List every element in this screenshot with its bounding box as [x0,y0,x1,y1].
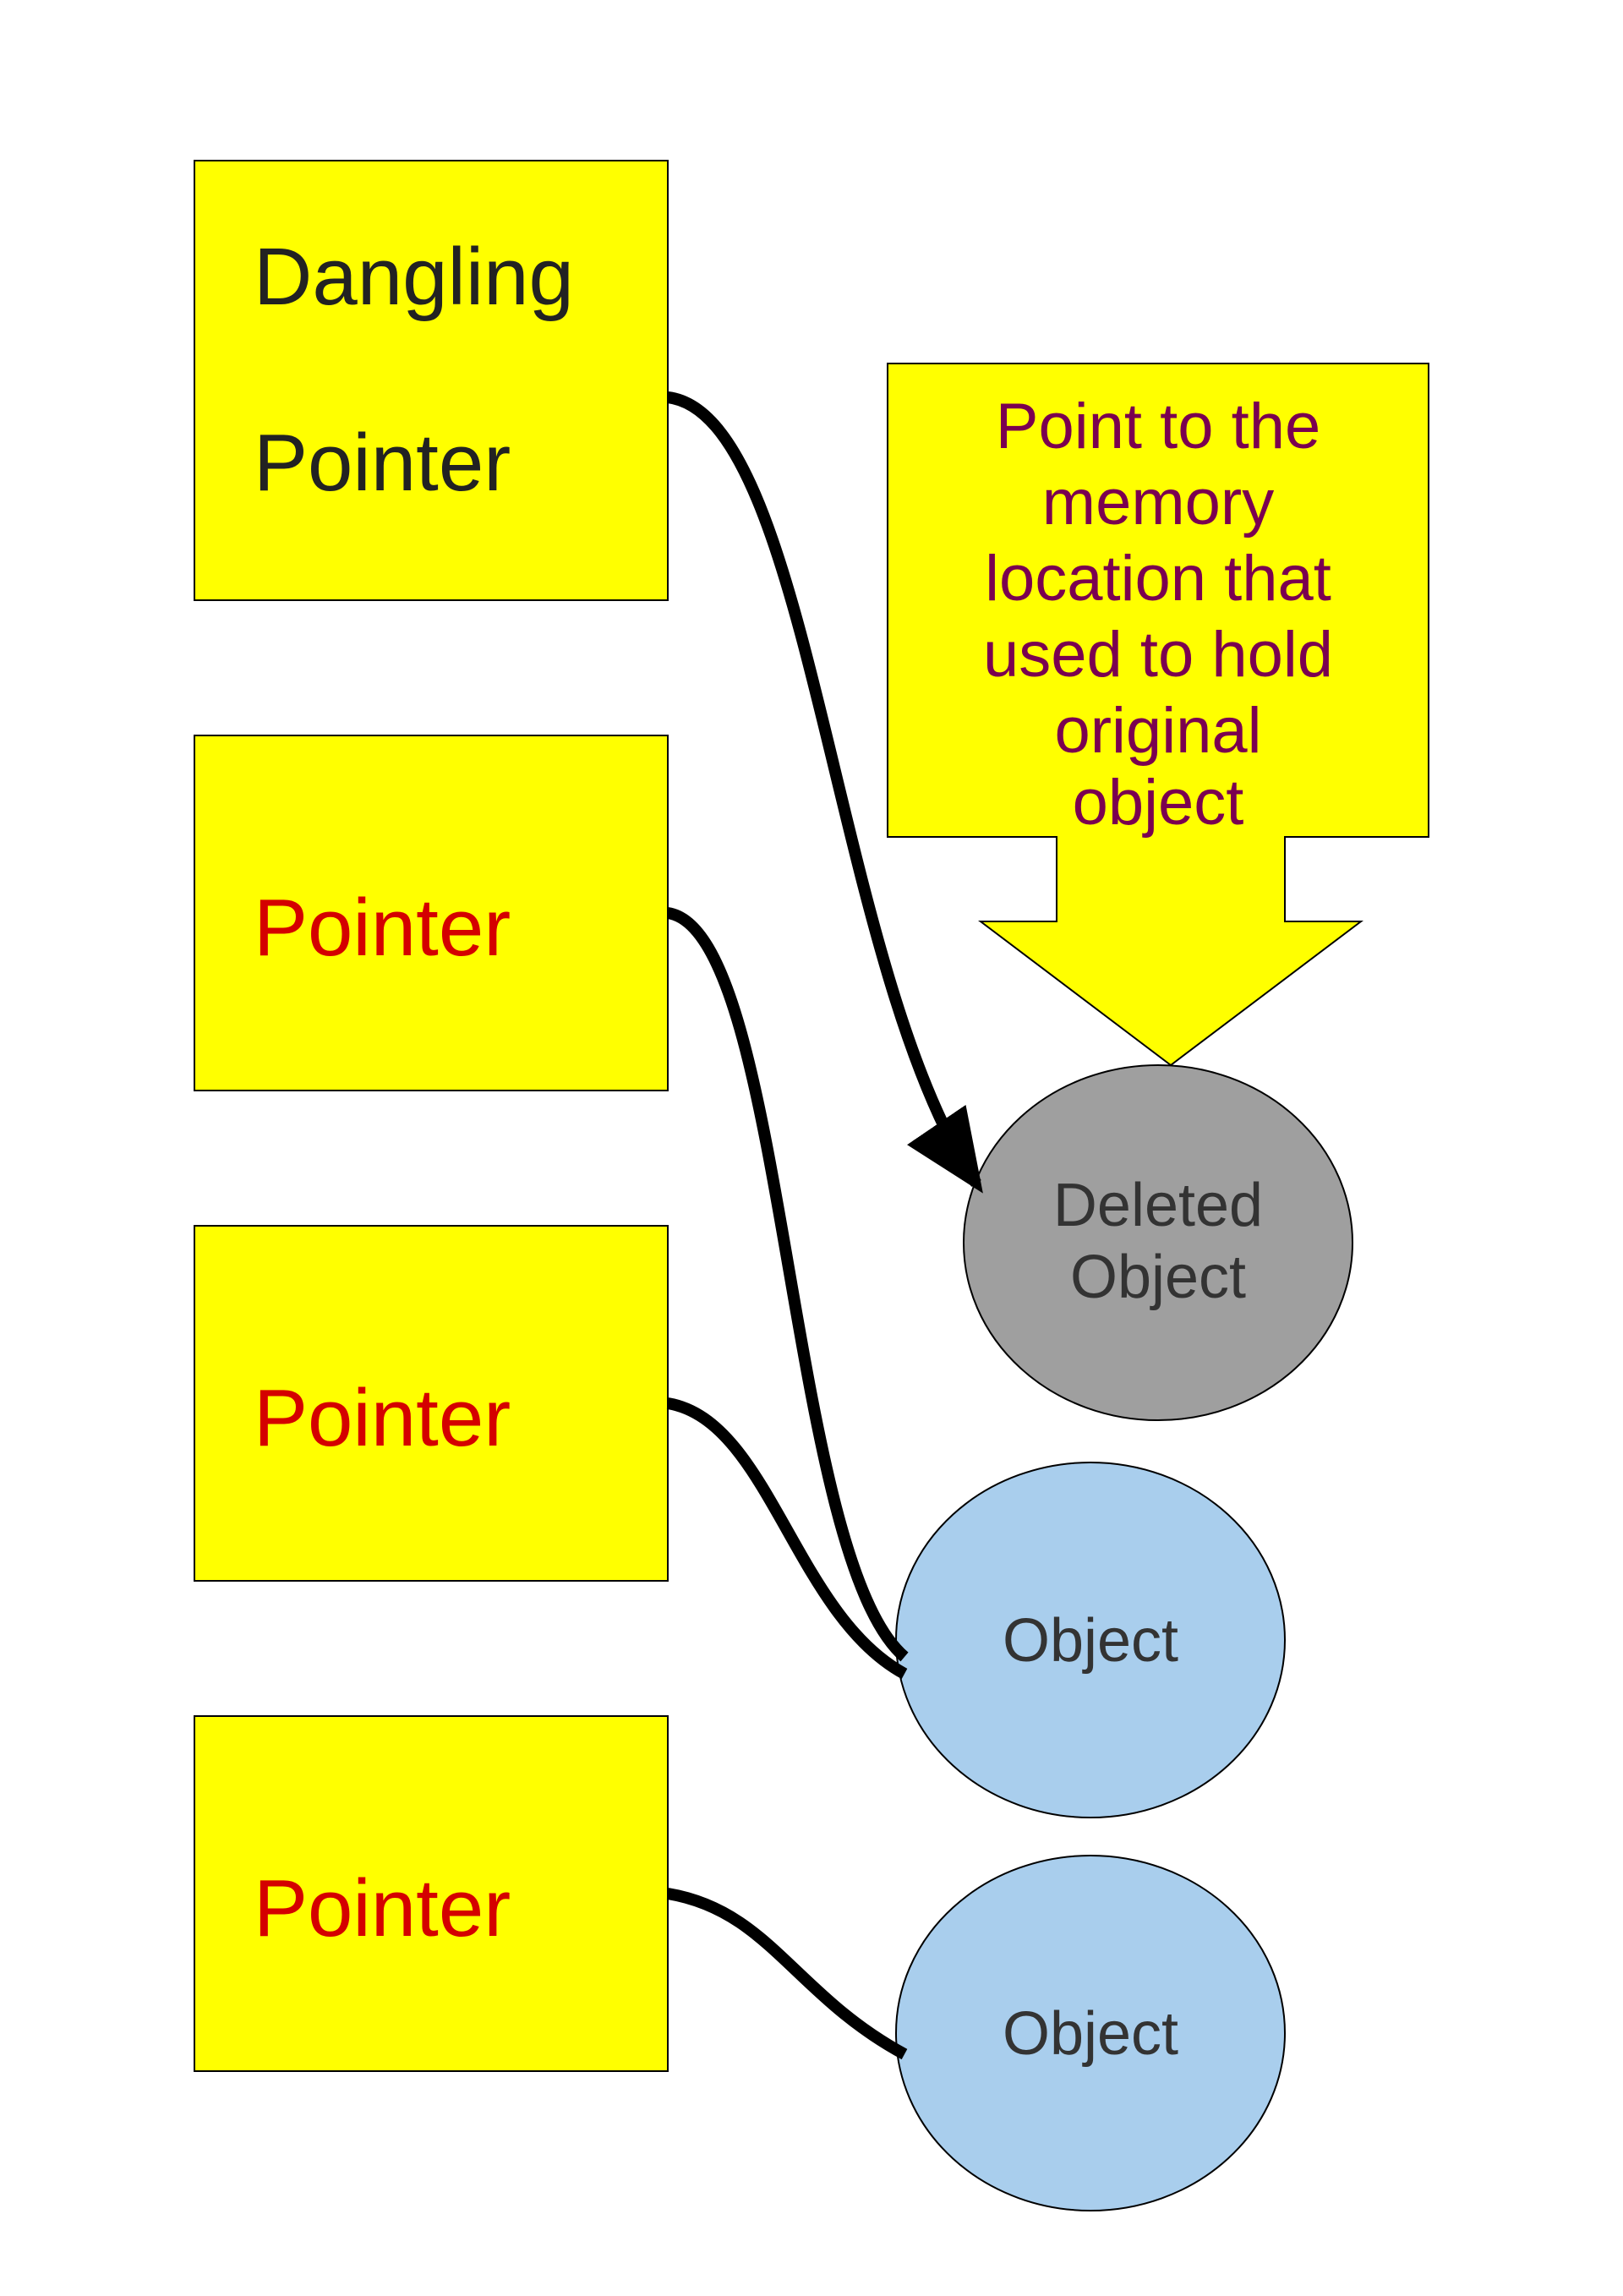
pointer-box-1: Pointer [194,735,668,1091]
dangling-pointer-box: Dangling Pointer [194,161,668,600]
deleted-object-label-1: Deleted [1053,1172,1263,1239]
object-ellipse-2: Object [896,1856,1285,2211]
deleted-object-ellipse: Deleted Object [964,1065,1352,1420]
callout-line-5: original [1054,695,1261,767]
object-ellipse-1: Object [896,1462,1285,1818]
callout: Point to the memory location that used t… [888,364,1429,1065]
object-ellipse-2-label: Object [1003,2000,1178,2068]
callout-line-6: object [1073,767,1244,839]
pointer-box-3-label: Pointer [254,1863,511,1954]
deleted-object-label-2: Object [1070,1244,1246,1311]
pointer-box-2-label: Pointer [254,1373,511,1463]
dangling-pointer-label-1: Dangling [254,232,574,322]
pointer-box-1-label: Pointer [254,883,511,973]
arrow-pointer3-to-object2 [668,1894,904,2054]
callout-line-1: Point to the [996,391,1321,462]
callout-line-4: used to hold [983,619,1333,691]
arrow-pointer1-to-object1 [668,913,904,1657]
pointer-box-3: Pointer [194,1716,668,2071]
pointer-box-2: Pointer [194,1226,668,1581]
callout-line-2: memory [1042,467,1274,538]
arrow-pointer2-to-object1 [668,1403,904,1674]
object-ellipse-1-label: Object [1003,1607,1178,1675]
dangling-pointer-label-2: Pointer [254,418,511,508]
callout-line-3: location that [985,543,1331,615]
